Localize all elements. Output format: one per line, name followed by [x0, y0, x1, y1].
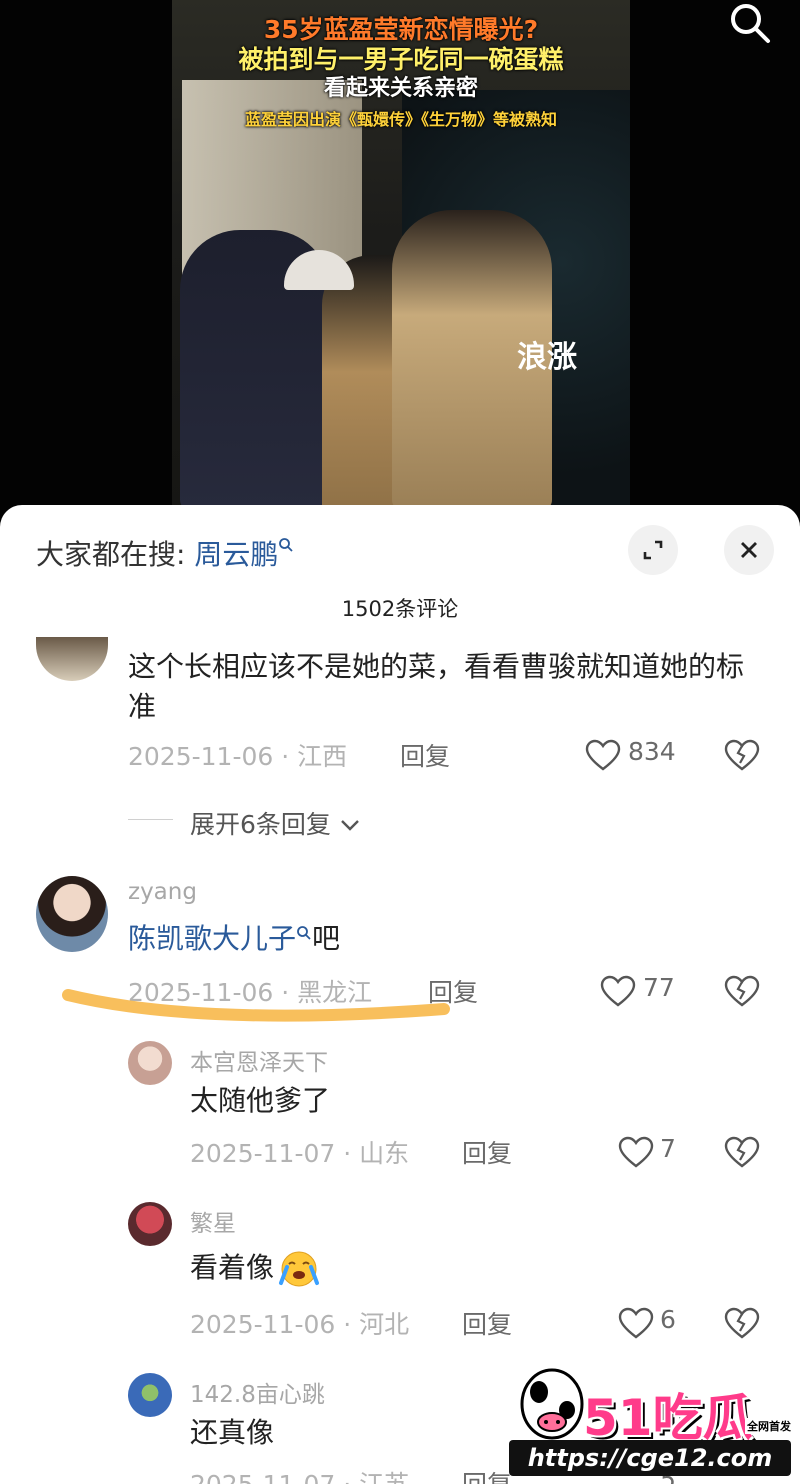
expand-replies[interactable]: 展开6条回复 — [190, 805, 361, 841]
like-count: 6 — [660, 1305, 676, 1334]
comment-text: 陈凯歌大儿子吧 — [128, 919, 340, 959]
reply-meta: 2025-11-06 · 河北 — [190, 1310, 410, 1339]
reply-text: 还真像 — [190, 1416, 275, 1449]
comment-meta: 2025-11-06 · 江西 — [128, 742, 348, 771]
heart-icon[interactable] — [618, 1136, 654, 1168]
reply-meta: 2025-11-07 · 山东 — [190, 1139, 410, 1168]
like-count: 7 — [660, 1134, 676, 1163]
reply-button[interactable]: 回复 — [400, 737, 450, 773]
reply-username[interactable]: 本宫恩泽天下 — [190, 1043, 328, 1077]
video-title-line3: 看起来关系亲密 — [323, 76, 478, 101]
search-button[interactable] — [724, 0, 776, 48]
trending-label: 大家都在搜: — [36, 538, 186, 571]
search-hint-icon — [279, 538, 293, 552]
reply-username[interactable]: 繁星 — [190, 1204, 236, 1238]
close-icon — [741, 542, 757, 558]
heart-icon[interactable] — [585, 739, 621, 771]
like-count: 77 — [643, 973, 675, 1002]
avatar[interactable] — [128, 1041, 172, 1085]
site-logo: 51吃瓜 全网首发 https://cge12.com — [505, 1360, 795, 1480]
video-subtitle: 蓝盈莹因出演《甄嬛传》《生万物》等被熟知 — [244, 110, 557, 129]
expand-button[interactable] — [628, 525, 678, 575]
broken-heart-icon[interactable] — [724, 975, 760, 1007]
comment-text-suffix: 吧 — [312, 922, 341, 955]
video-area[interactable]: 35岁蓝盈莹新恋情曝光? 被拍到与一男子吃同一碗蛋糕 看起来关系亲密 蓝盈莹因出… — [0, 0, 800, 520]
search-hint-icon — [297, 926, 311, 940]
reply-button[interactable]: 回复 — [462, 1305, 512, 1341]
reply-username[interactable]: 142.8亩心跳 — [190, 1375, 325, 1409]
logo-url: https://cge12.com — [509, 1440, 791, 1476]
logo-tag: 全网首发 — [745, 1418, 793, 1434]
avatar[interactable] — [128, 1373, 172, 1417]
broken-heart-icon[interactable] — [724, 1307, 760, 1339]
close-button[interactable] — [724, 525, 774, 575]
heart-icon[interactable] — [618, 1307, 654, 1339]
comments-sheet: 大家都在搜: 周云鹏 1502条评论 这个长相应该不是她的菜，看看曹骏就知道她的… — [0, 505, 800, 1484]
broken-heart-icon[interactable] — [724, 1136, 760, 1168]
search-icon — [731, 4, 770, 43]
avatar[interactable] — [36, 637, 108, 681]
expand-replies-label: 展开6条回复 — [190, 810, 331, 839]
search-link[interactable]: 陈凯歌大儿子 — [128, 922, 296, 955]
avatar[interactable] — [36, 876, 108, 952]
crying-emoji-icon — [278, 1251, 319, 1287]
trending-term[interactable]: 周云鹏 — [194, 538, 278, 571]
expand-divider — [128, 819, 173, 820]
comment-text: 这个长相应该不是她的菜，看看曹骏就知道她的标准 — [128, 650, 745, 723]
comment-username[interactable]: zyang — [128, 879, 197, 905]
heart-icon[interactable] — [600, 975, 636, 1007]
chevron-down-icon — [341, 820, 359, 831]
reply-text-value: 看着像 — [190, 1251, 275, 1284]
video-frame: 35岁蓝盈莹新恋情曝光? 被拍到与一男子吃同一碗蛋糕 看起来关系亲密 蓝盈莹因出… — [172, 0, 630, 520]
like-count: 834 — [628, 737, 676, 766]
trending-search[interactable]: 大家都在搜: 周云鹏 — [36, 533, 294, 573]
reply-meta: 2025-11-07 · 江苏 — [190, 1465, 409, 1484]
video-watermark: 浪涨 — [517, 340, 577, 375]
comment-count: 1502条评论 — [341, 597, 459, 621]
avatar[interactable] — [128, 1202, 172, 1246]
expand-icon — [643, 540, 663, 560]
highlight-underline — [62, 989, 450, 1022]
reply-text: 看着像 — [190, 1248, 321, 1289]
broken-heart-icon[interactable] — [724, 739, 760, 771]
cow-mascot-icon — [520, 1368, 584, 1440]
reply-button[interactable]: 回复 — [462, 1134, 512, 1170]
reply-text: 太随他爹了 — [190, 1084, 331, 1117]
